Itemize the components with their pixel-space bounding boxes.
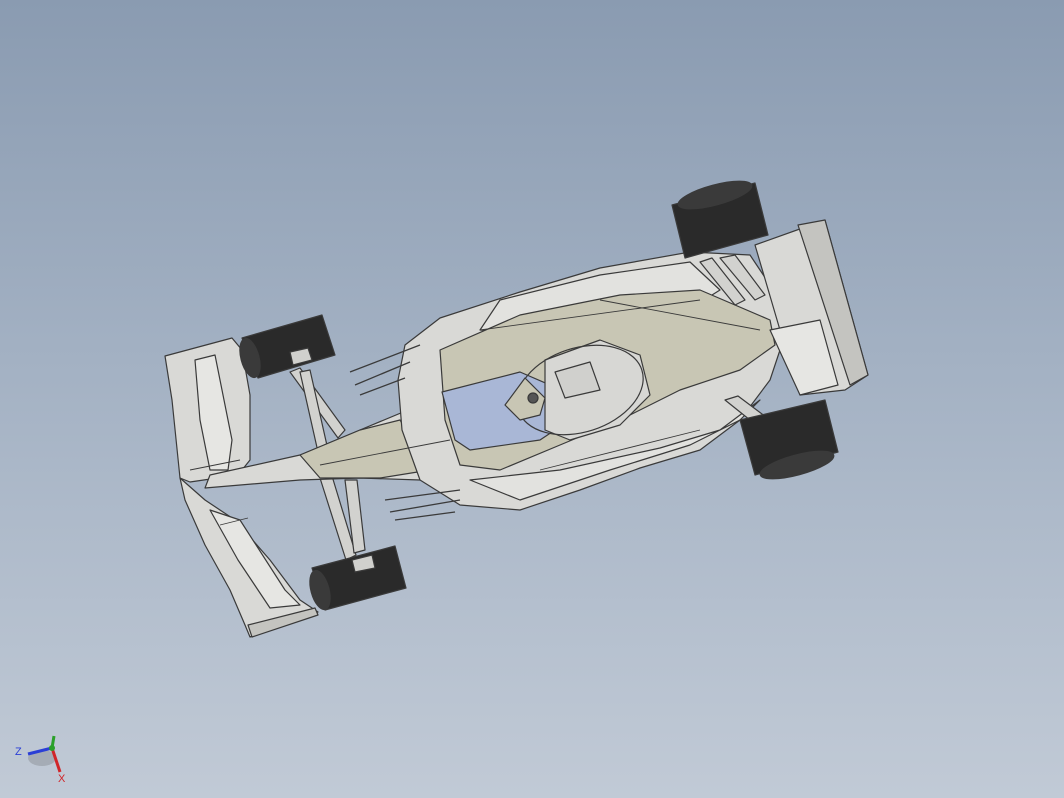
front-right-wheel[interactable] — [306, 545, 407, 612]
front-left-wheel[interactable] — [236, 314, 336, 380]
graphics-viewport[interactable]: Z X — [0, 0, 1064, 798]
x-axis-label: X — [58, 773, 66, 785]
orientation-triad[interactable]: Z X — [10, 728, 74, 792]
rear-left-wheel[interactable] — [671, 176, 769, 259]
f1-car-model[interactable] — [0, 0, 1064, 798]
front-wing[interactable] — [164, 337, 319, 638]
triad-origin — [49, 745, 55, 751]
z-axis-label: Z — [15, 746, 22, 758]
